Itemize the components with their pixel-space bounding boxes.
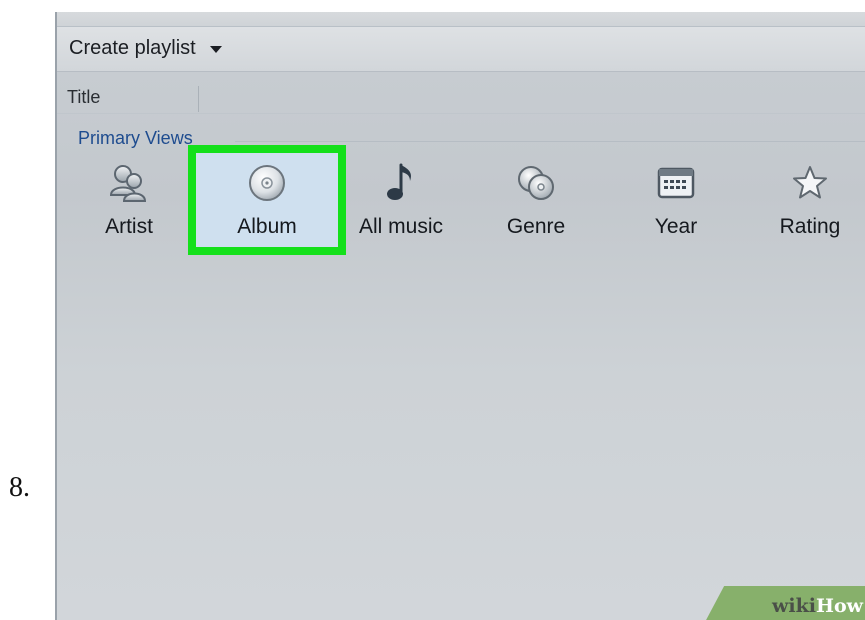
primary-views-group: Primary Views	[57, 114, 865, 148]
album-disc-icon	[249, 165, 285, 201]
view-genre[interactable]: Genre	[476, 145, 596, 255]
watermark-prefix: wiki	[772, 595, 817, 617]
artist-icon	[109, 165, 147, 202]
view-label: All music	[358, 215, 443, 238]
view-artist[interactable]: Artist	[69, 145, 189, 255]
view-all-music[interactable]: All music	[341, 145, 461, 255]
create-playlist-button[interactable]: Create playlist	[69, 37, 222, 60]
top-strip	[57, 12, 865, 26]
view-rating[interactable]: Rating	[750, 145, 865, 255]
dropdown-arrow-icon[interactable]	[209, 46, 222, 53]
view-label: Rating	[779, 215, 841, 238]
view-year[interactable]: Year	[616, 145, 736, 255]
view-label: Artist	[105, 215, 153, 238]
views-row: Artist Album All music Genre Year Rating	[57, 145, 865, 255]
music-note-icon	[387, 163, 411, 200]
view-label: Year	[654, 215, 698, 238]
toolbar: Create playlist	[57, 26, 865, 72]
view-label: Genre	[506, 215, 566, 238]
watermark-suffix: How	[816, 595, 863, 617]
column-header: Title	[57, 72, 865, 114]
wikihow-watermark: wikiHow	[772, 595, 863, 617]
create-playlist-label: Create playlist	[69, 37, 196, 59]
view-label: Album	[237, 215, 297, 238]
calendar-icon	[657, 167, 695, 199]
group-divider-line	[235, 141, 865, 142]
view-album[interactable]: Album	[188, 145, 346, 255]
column-title-header[interactable]: Title	[67, 87, 100, 108]
media-player-window: Create playlist Title Primary Views Arti…	[55, 12, 865, 620]
star-icon	[793, 166, 827, 199]
genre-discs-icon	[518, 166, 554, 200]
column-divider[interactable]	[198, 86, 199, 112]
step-number: 8.	[9, 472, 30, 503]
